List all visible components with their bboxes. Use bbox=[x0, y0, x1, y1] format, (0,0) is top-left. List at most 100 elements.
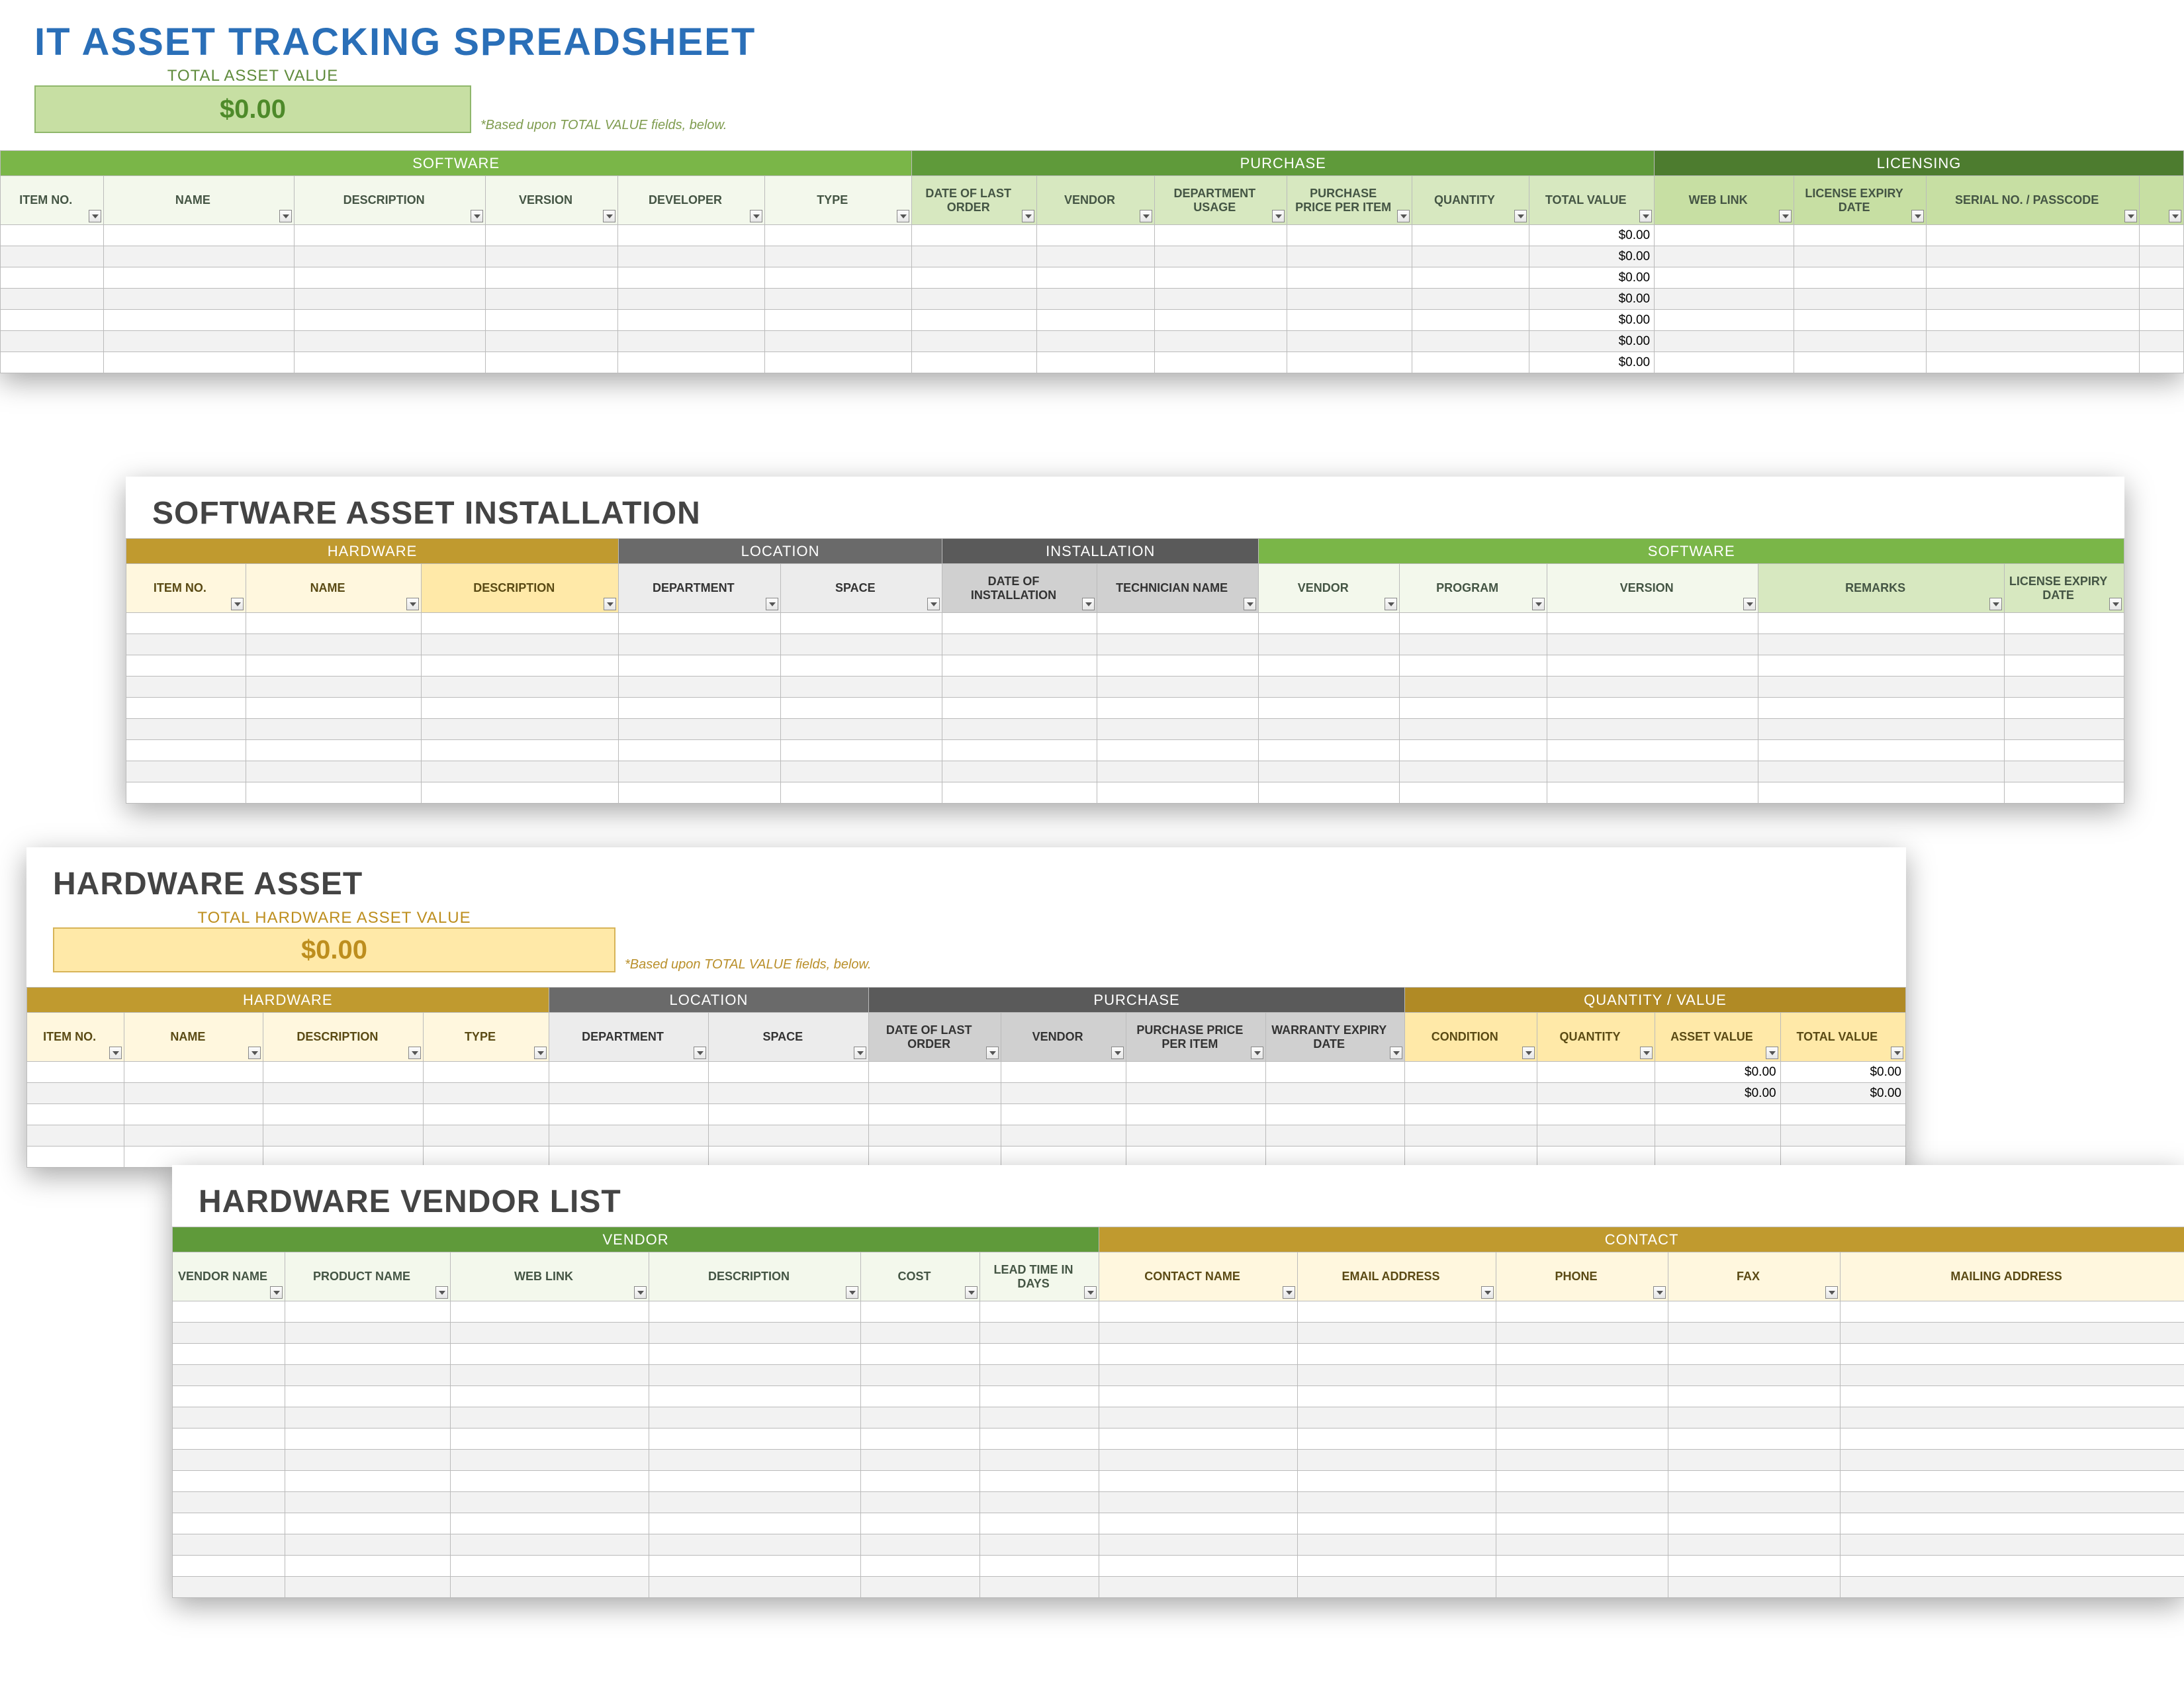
col-mailing[interactable]: MAILING ADDRESS bbox=[1841, 1252, 2184, 1301]
col-license-expiry[interactable]: LICENSE EXPIRY DATE bbox=[2005, 564, 2124, 613]
col-quantity[interactable]: QUANTITY bbox=[1537, 1013, 1655, 1062]
filter-dropdown-icon[interactable] bbox=[2169, 210, 2181, 222]
table-row[interactable] bbox=[126, 677, 2124, 698]
cell-total-value[interactable]: $0.00 bbox=[1529, 225, 1655, 246]
table-row[interactable] bbox=[173, 1344, 2184, 1365]
table-row[interactable] bbox=[173, 1577, 2184, 1598]
table-row[interactable]: $0.00$0.00 bbox=[27, 1083, 1906, 1104]
col-version[interactable]: VERSION bbox=[486, 176, 618, 225]
table-row[interactable] bbox=[126, 719, 2124, 740]
col-email[interactable]: EMAIL ADDRESS bbox=[1298, 1252, 1496, 1301]
table-row[interactable] bbox=[27, 1125, 1906, 1147]
col-name[interactable]: NAME bbox=[103, 176, 295, 225]
table-row[interactable]: $0.00 bbox=[1, 310, 2184, 331]
table-row[interactable] bbox=[126, 761, 2124, 782]
col-asset-value[interactable]: ASSET VALUE bbox=[1655, 1013, 1780, 1062]
filter-dropdown-icon[interactable] bbox=[1084, 1286, 1097, 1299]
table-row[interactable] bbox=[173, 1492, 2184, 1513]
filter-dropdown-icon[interactable] bbox=[248, 1047, 261, 1059]
filter-dropdown-icon[interactable] bbox=[694, 1047, 706, 1059]
filter-dropdown-icon[interactable] bbox=[1514, 210, 1527, 222]
filter-dropdown-icon[interactable] bbox=[1532, 598, 1545, 610]
col-name[interactable]: NAME bbox=[246, 564, 422, 613]
col-description[interactable]: DESCRIPTION bbox=[649, 1252, 861, 1301]
filter-dropdown-icon[interactable] bbox=[986, 1047, 999, 1059]
filter-dropdown-icon[interactable] bbox=[766, 598, 778, 610]
filter-dropdown-icon[interactable] bbox=[89, 210, 101, 222]
col-lead-time[interactable]: LEAD TIME IN DAYS bbox=[980, 1252, 1099, 1301]
filter-dropdown-icon[interactable] bbox=[435, 1286, 448, 1299]
table-row[interactable] bbox=[126, 782, 2124, 804]
cell-total-value[interactable]: $0.00 bbox=[1529, 352, 1655, 373]
filter-dropdown-icon[interactable] bbox=[406, 598, 419, 610]
filter-dropdown-icon[interactable] bbox=[1397, 210, 1410, 222]
filter-dropdown-icon[interactable] bbox=[408, 1047, 421, 1059]
col-web-link[interactable]: WEB LINK bbox=[1655, 176, 1794, 225]
col-cost[interactable]: COST bbox=[861, 1252, 980, 1301]
cell-total-value[interactable]: $0.00 bbox=[1529, 267, 1655, 289]
table-row[interactable]: $0.00 bbox=[1, 246, 2184, 267]
filter-dropdown-icon[interactable] bbox=[2109, 598, 2122, 610]
table-row[interactable] bbox=[173, 1513, 2184, 1534]
col-developer[interactable]: DEVELOPER bbox=[617, 176, 764, 225]
table-row[interactable]: $0.00 bbox=[1, 289, 2184, 310]
table-row[interactable]: $0.00 bbox=[1, 267, 2184, 289]
col-fax[interactable]: FAX bbox=[1668, 1252, 1841, 1301]
filter-dropdown-icon[interactable] bbox=[279, 210, 292, 222]
col-total-value[interactable]: TOTAL VALUE bbox=[1780, 1013, 1905, 1062]
col-tech-name[interactable]: TECHNICIAN NAME bbox=[1097, 564, 1258, 613]
col-product-name[interactable]: PRODUCT NAME bbox=[285, 1252, 451, 1301]
col-contact-name[interactable]: CONTACT NAME bbox=[1099, 1252, 1298, 1301]
filter-dropdown-icon[interactable] bbox=[927, 598, 940, 610]
col-extra[interactable] bbox=[2140, 176, 2184, 225]
filter-dropdown-icon[interactable] bbox=[634, 1286, 647, 1299]
cell-total-value[interactable]: $0.00 bbox=[1529, 310, 1655, 331]
filter-dropdown-icon[interactable] bbox=[846, 1286, 858, 1299]
table-row[interactable] bbox=[126, 613, 2124, 634]
col-vendor-name[interactable]: VENDOR NAME bbox=[173, 1252, 285, 1301]
cell-total-value[interactable]: $0.00 bbox=[1780, 1062, 1905, 1083]
table-row[interactable] bbox=[173, 1301, 2184, 1323]
filter-dropdown-icon[interactable] bbox=[750, 210, 762, 222]
cell-total-value[interactable]: $0.00 bbox=[1529, 331, 1655, 352]
table-row[interactable]: $0.00 bbox=[1, 352, 2184, 373]
col-description[interactable]: DESCRIPTION bbox=[263, 1013, 424, 1062]
filter-dropdown-icon[interactable] bbox=[1272, 210, 1285, 222]
filter-dropdown-icon[interactable] bbox=[1766, 1047, 1778, 1059]
filter-dropdown-icon[interactable] bbox=[1022, 210, 1034, 222]
cell-total-value[interactable]: $0.00 bbox=[1529, 246, 1655, 267]
col-web-link[interactable]: WEB LINK bbox=[451, 1252, 649, 1301]
col-type[interactable]: TYPE bbox=[424, 1013, 549, 1062]
filter-dropdown-icon[interactable] bbox=[965, 1286, 978, 1299]
filter-dropdown-icon[interactable] bbox=[270, 1286, 283, 1299]
table-row[interactable] bbox=[173, 1556, 2184, 1577]
table-row[interactable] bbox=[126, 634, 2124, 655]
filter-dropdown-icon[interactable] bbox=[603, 210, 615, 222]
table-row[interactable] bbox=[173, 1365, 2184, 1386]
cell-asset-value[interactable]: $0.00 bbox=[1655, 1062, 1780, 1083]
filter-dropdown-icon[interactable] bbox=[854, 1047, 866, 1059]
col-serial-passcode[interactable]: SERIAL NO. / PASSCODE bbox=[1927, 176, 2140, 225]
table-row[interactable] bbox=[173, 1534, 2184, 1556]
filter-dropdown-icon[interactable] bbox=[1640, 1047, 1653, 1059]
filter-dropdown-icon[interactable] bbox=[1891, 1047, 1903, 1059]
col-program[interactable]: PROGRAM bbox=[1400, 564, 1547, 613]
table-row[interactable] bbox=[173, 1386, 2184, 1407]
cell-total-value[interactable]: $0.00 bbox=[1780, 1083, 1905, 1104]
filter-dropdown-icon[interactable] bbox=[1779, 210, 1792, 222]
filter-dropdown-icon[interactable] bbox=[1251, 1047, 1263, 1059]
filter-dropdown-icon[interactable] bbox=[1989, 598, 2002, 610]
col-total-value[interactable]: TOTAL VALUE bbox=[1529, 176, 1655, 225]
filter-dropdown-icon[interactable] bbox=[1390, 1047, 1402, 1059]
filter-dropdown-icon[interactable] bbox=[1140, 210, 1152, 222]
table-row[interactable] bbox=[27, 1104, 1906, 1125]
filter-dropdown-icon[interactable] bbox=[1825, 1286, 1838, 1299]
table-row[interactable] bbox=[173, 1323, 2184, 1344]
filter-dropdown-icon[interactable] bbox=[109, 1047, 122, 1059]
col-type[interactable]: TYPE bbox=[765, 176, 912, 225]
filter-dropdown-icon[interactable] bbox=[471, 210, 483, 222]
filter-dropdown-icon[interactable] bbox=[604, 598, 616, 610]
filter-dropdown-icon[interactable] bbox=[1481, 1286, 1494, 1299]
col-vendor[interactable]: VENDOR bbox=[1037, 176, 1155, 225]
table-row[interactable] bbox=[173, 1450, 2184, 1471]
